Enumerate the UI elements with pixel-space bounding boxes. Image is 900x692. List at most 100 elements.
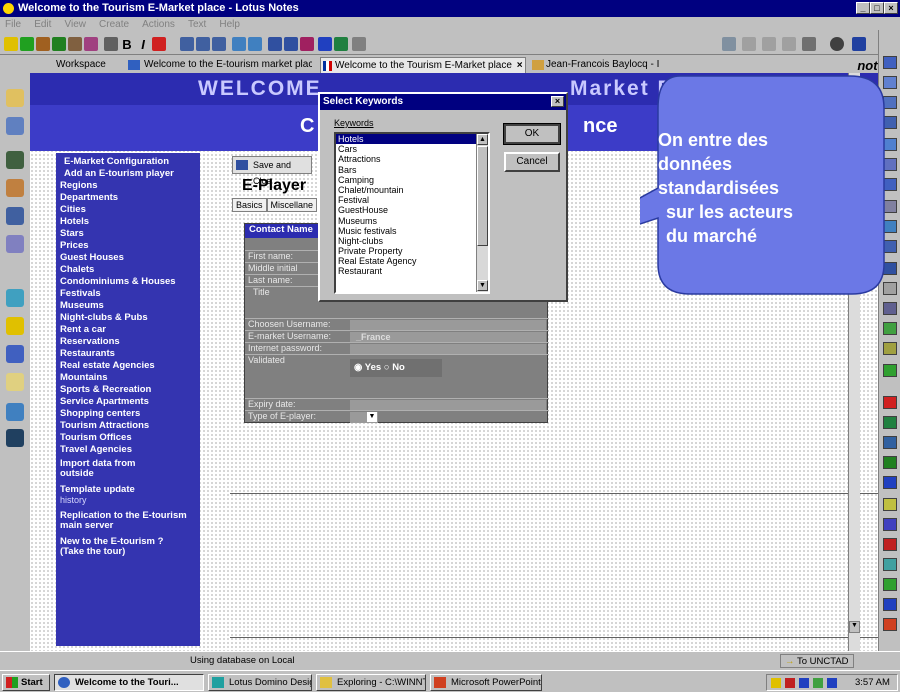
desktop-icon[interactable] bbox=[883, 538, 897, 551]
scroll-up-icon[interactable]: ▲ bbox=[477, 134, 488, 145]
nav-e-market-configuration[interactable]: E-Market Configuration bbox=[60, 157, 200, 167]
tab-workspace[interactable]: Workspace bbox=[52, 57, 118, 73]
indent-icon[interactable] bbox=[232, 37, 246, 51]
table-icon[interactable] bbox=[318, 37, 332, 51]
nav-new-tour[interactable]: New to the E-tourism ? (Take the tour) bbox=[60, 537, 190, 557]
task-explorer[interactable]: Exploring - C:\WINNT\Pro... bbox=[316, 674, 426, 691]
nav-travel-agencies[interactable]: Travel Agencies bbox=[60, 445, 200, 455]
numbering-icon[interactable] bbox=[284, 37, 298, 51]
keyword-option[interactable]: Cars bbox=[336, 144, 488, 154]
dropdown-arrow-icon[interactable]: ▼ bbox=[367, 412, 377, 422]
desktop-icon[interactable] bbox=[883, 342, 897, 355]
desktop-icon[interactable] bbox=[883, 416, 897, 429]
desktop-icon[interactable] bbox=[883, 498, 897, 511]
paste-icon[interactable] bbox=[68, 37, 82, 51]
desktop-icon[interactable] bbox=[883, 476, 897, 489]
stop-icon[interactable] bbox=[762, 37, 776, 51]
replicate-icon[interactable] bbox=[852, 37, 866, 51]
desktop-icon[interactable] bbox=[883, 364, 897, 377]
keyword-option[interactable]: Bars bbox=[336, 165, 488, 175]
scroll-down-icon[interactable]: ▼ bbox=[477, 280, 488, 291]
bullets-icon[interactable] bbox=[268, 37, 282, 51]
nav-sports[interactable]: Sports & Recreation bbox=[60, 385, 200, 395]
nav-condominiums[interactable]: Condominiums & Houses bbox=[60, 277, 200, 287]
cut-icon[interactable] bbox=[36, 37, 50, 51]
nav-real-estate[interactable]: Real estate Agencies bbox=[60, 361, 200, 371]
desktop-icon[interactable] bbox=[883, 578, 897, 591]
nav-rent-a-car[interactable]: Rent a car bbox=[60, 325, 200, 335]
nav-prices[interactable]: Prices bbox=[60, 241, 200, 251]
nav-guest-houses[interactable]: Guest Houses bbox=[60, 253, 200, 263]
image-icon[interactable] bbox=[334, 37, 348, 51]
tab-welcome-tourism[interactable]: Welcome to the Tourism E-Market place × bbox=[320, 57, 526, 73]
keyword-option[interactable]: Real Estate Agency bbox=[336, 256, 488, 266]
keyword-option[interactable]: Festival bbox=[336, 195, 488, 205]
desktop-bookmark-icon[interactable] bbox=[6, 429, 24, 447]
desktop-icon[interactable] bbox=[883, 618, 897, 631]
close-button[interactable]: × bbox=[884, 2, 898, 14]
keyword-option[interactable]: Camping bbox=[336, 175, 488, 185]
highlight-icon[interactable] bbox=[152, 37, 166, 51]
restore-button[interactable]: □ bbox=[870, 2, 884, 14]
menu-view[interactable]: View bbox=[59, 17, 91, 33]
cancel-button[interactable]: Cancel bbox=[504, 152, 560, 172]
task-designer[interactable]: Lotus Domino Designer bbox=[208, 674, 312, 691]
outdent-icon[interactable] bbox=[248, 37, 262, 51]
nav-add-player[interactable]: Add an E-tourism player bbox=[60, 169, 200, 179]
save-and-close-button[interactable]: Save and Clos bbox=[232, 156, 312, 186]
nav-template-update[interactable]: Template update history bbox=[60, 485, 200, 506]
keywords-scrollbar[interactable]: ▲ ▼ bbox=[476, 134, 488, 292]
desktop-icon[interactable] bbox=[883, 558, 897, 571]
ok-button[interactable]: OK bbox=[503, 123, 561, 145]
search-icon[interactable] bbox=[802, 37, 816, 51]
tab-basics[interactable]: Basics bbox=[232, 198, 267, 212]
clock[interactable]: 3:57 AM bbox=[855, 677, 890, 688]
desktop-icon[interactable] bbox=[883, 322, 897, 335]
checkmark-icon[interactable] bbox=[20, 37, 34, 51]
nav-hotels[interactable]: Hotels bbox=[60, 217, 200, 227]
tray-icon[interactable] bbox=[785, 678, 795, 688]
pen-icon[interactable] bbox=[104, 37, 118, 51]
nav-reservations[interactable]: Reservations bbox=[60, 337, 200, 347]
tab-close-icon[interactable]: × bbox=[515, 60, 523, 71]
back-arrow-icon[interactable] bbox=[722, 37, 736, 51]
todo-bookmark-icon[interactable] bbox=[6, 179, 24, 197]
align-center-icon[interactable] bbox=[196, 37, 210, 51]
italic-icon[interactable]: I bbox=[136, 37, 150, 52]
scroll-thumb[interactable] bbox=[477, 146, 488, 246]
tray-icon[interactable] bbox=[813, 678, 823, 688]
align-left-icon[interactable] bbox=[180, 37, 194, 51]
nav-mountains[interactable]: Mountains bbox=[60, 373, 200, 383]
replication-bookmark-icon[interactable] bbox=[6, 207, 24, 225]
nav-night-clubs[interactable]: Night-clubs & Pubs bbox=[60, 313, 200, 323]
keyword-option[interactable]: Attractions bbox=[336, 154, 488, 164]
keyword-option[interactable]: Music festivals bbox=[336, 226, 488, 236]
keywords-listbox[interactable]: Hotels Cars Attractions Bars Camping Cha… bbox=[334, 132, 490, 294]
web-browser-icon[interactable] bbox=[830, 37, 844, 51]
nav-restaurants[interactable]: Restaurants bbox=[60, 349, 200, 359]
more-bookmarks-icon[interactable] bbox=[6, 317, 24, 335]
menu-file[interactable]: File bbox=[0, 17, 26, 33]
databases-bookmark-icon[interactable] bbox=[6, 289, 24, 307]
scroll-down-icon[interactable]: ▼ bbox=[849, 621, 860, 633]
nav-departments[interactable]: Departments bbox=[60, 193, 200, 203]
nav-tourism-offices[interactable]: Tourism Offices bbox=[60, 433, 200, 443]
keyword-option[interactable]: Hotels bbox=[336, 134, 488, 145]
menu-edit[interactable]: Edit bbox=[29, 17, 56, 33]
favorites-bookmark-icon[interactable] bbox=[6, 235, 24, 253]
desktop-icon[interactable] bbox=[883, 456, 897, 469]
keyword-option[interactable]: Museums bbox=[336, 216, 488, 226]
desktop-icon[interactable] bbox=[883, 302, 897, 315]
refresh-icon[interactable] bbox=[782, 37, 796, 51]
nav-tourism-attractions[interactable]: Tourism Attractions bbox=[60, 421, 200, 431]
open-icon[interactable] bbox=[4, 37, 18, 51]
keyword-option[interactable]: Night-clubs bbox=[336, 236, 488, 246]
mail-bookmark-icon[interactable] bbox=[6, 89, 24, 107]
address-bookmark-icon[interactable] bbox=[6, 151, 24, 169]
tray-icon[interactable] bbox=[827, 678, 837, 688]
keyword-option[interactable]: Private Property bbox=[336, 246, 488, 256]
bold-icon[interactable]: B bbox=[120, 37, 134, 52]
menu-help[interactable]: Help bbox=[214, 17, 245, 33]
folder-bookmark-icon[interactable] bbox=[6, 373, 24, 391]
history-bookmark-icon[interactable] bbox=[6, 345, 24, 363]
